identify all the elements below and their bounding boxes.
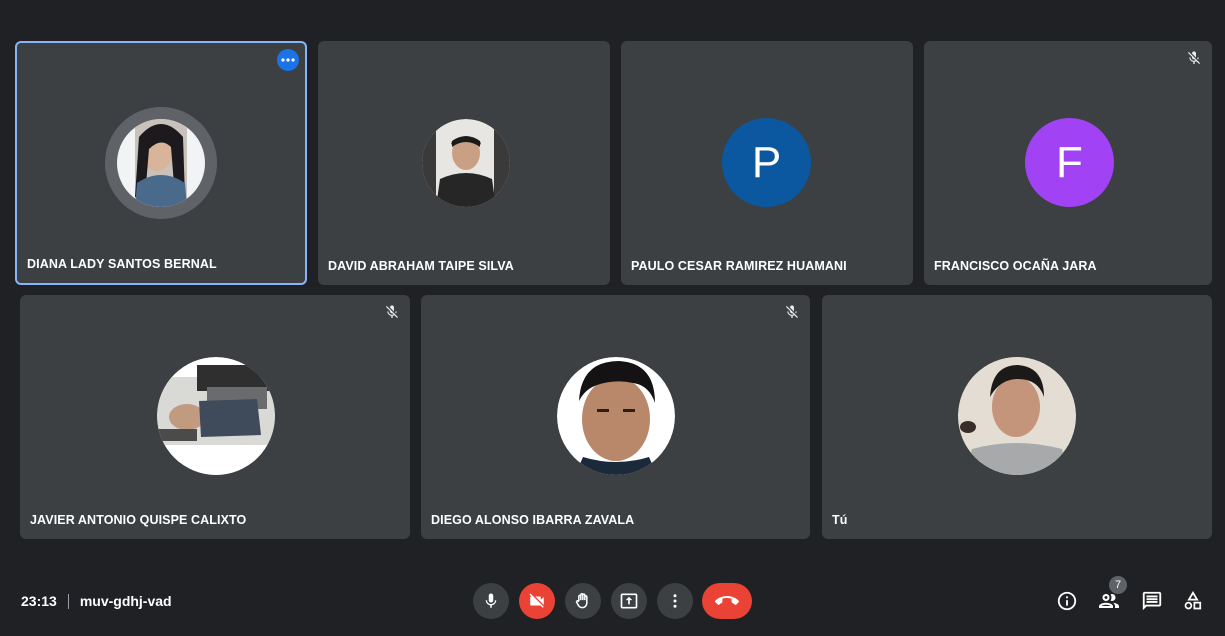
participant-name: PAULO CESAR RAMIREZ HUAMANI <box>631 259 847 273</box>
participant-name: FRANCISCO OCAÑA JARA <box>934 259 1097 273</box>
meeting-code: muv-gdhj-vad <box>79 593 172 609</box>
avatar <box>105 107 217 219</box>
participant-tile-javier[interactable]: JAVIER ANTONIO QUISPE CALIXTO <box>20 295 410 539</box>
people-count-badge: 7 <box>1109 576 1127 594</box>
meeting-info-button[interactable] <box>1055 589 1079 613</box>
avatar-letter: F <box>1056 137 1083 187</box>
raise-hand-button[interactable] <box>565 583 601 619</box>
mic-off-icon <box>786 305 798 318</box>
more-vert-icon <box>673 594 677 608</box>
leave-call-button[interactable] <box>702 583 752 619</box>
avatar: F <box>1025 118 1114 207</box>
avatar-letter: P <box>751 137 782 187</box>
chat-button[interactable] <box>1140 589 1164 613</box>
raise-hand-icon <box>575 593 588 609</box>
divider <box>67 593 69 609</box>
camera-button[interactable] <box>519 583 555 619</box>
mic-icon <box>485 593 497 608</box>
camera-off-icon <box>529 593 544 608</box>
participant-name: JAVIER ANTONIO QUISPE CALIXTO <box>30 513 247 527</box>
avatar <box>557 357 675 475</box>
chat-icon <box>1142 591 1162 611</box>
info-icon <box>1057 591 1077 611</box>
avatar <box>157 357 275 475</box>
avatar: P <box>722 118 811 207</box>
hangup-icon <box>715 596 739 605</box>
present-icon <box>620 593 638 609</box>
participant-tile-paulo[interactable]: P PAULO CESAR RAMIREZ HUAMANI <box>621 41 913 285</box>
mic-button[interactable] <box>473 583 509 619</box>
more-options-button[interactable] <box>657 583 693 619</box>
participant-name: Tú <box>832 513 848 527</box>
more-horiz-icon <box>281 58 295 62</box>
present-button[interactable] <box>611 583 647 619</box>
participant-tile-david[interactable]: DAVID ABRAHAM TAIPE SILVA <box>318 41 610 285</box>
avatar <box>958 357 1076 475</box>
participant-tile-self[interactable]: Tú <box>822 295 1212 539</box>
activities-icon <box>1184 591 1202 610</box>
participant-tile-diego[interactable]: DIEGO ALONSO IBARRA ZAVALA <box>421 295 810 539</box>
mic-off-icon <box>386 305 398 318</box>
meeting-time: 23:13 <box>21 593 57 609</box>
participant-name: DAVID ABRAHAM TAIPE SILVA <box>328 259 514 273</box>
participant-tile-diana[interactable]: DIANA LADY SANTOS BERNAL <box>15 41 307 285</box>
avatar <box>422 119 510 207</box>
participant-tile-francisco[interactable]: F FRANCISCO OCAÑA JARA <box>924 41 1212 285</box>
more-options-button[interactable] <box>277 49 299 71</box>
activities-button[interactable] <box>1181 589 1205 613</box>
participant-name: DIEGO ALONSO IBARRA ZAVALA <box>431 513 635 527</box>
mic-off-icon <box>1188 51 1200 64</box>
participant-name: DIANA LADY SANTOS BERNAL <box>27 257 217 271</box>
meeting-details: 23:13 muv-gdhj-vad <box>21 593 172 609</box>
